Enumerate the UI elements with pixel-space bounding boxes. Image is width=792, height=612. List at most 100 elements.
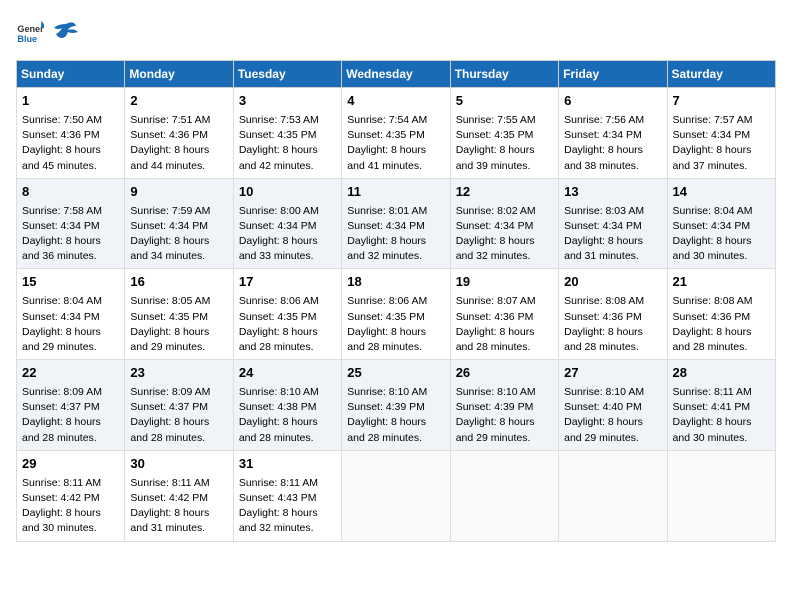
sunrise-text: Sunrise: 8:00 AM bbox=[239, 205, 319, 217]
sunrise-text: Sunrise: 7:51 AM bbox=[130, 114, 210, 126]
daylight-text: Daylight: 8 hours and 30 minutes. bbox=[22, 507, 101, 534]
day-number: 25 bbox=[347, 364, 444, 383]
sunrise-text: Sunrise: 7:54 AM bbox=[347, 114, 427, 126]
weekday-header-thursday: Thursday bbox=[450, 61, 558, 88]
day-number: 17 bbox=[239, 273, 336, 292]
day-number: 29 bbox=[22, 455, 119, 474]
day-number: 10 bbox=[239, 183, 336, 202]
calendar-cell: 1Sunrise: 7:50 AMSunset: 4:36 PMDaylight… bbox=[17, 88, 125, 179]
sunset-text: Sunset: 4:36 PM bbox=[673, 311, 751, 323]
sunset-text: Sunset: 4:34 PM bbox=[456, 220, 534, 232]
sunset-text: Sunset: 4:35 PM bbox=[130, 311, 208, 323]
calendar-cell: 21Sunrise: 8:08 AMSunset: 4:36 PMDayligh… bbox=[667, 269, 775, 360]
sunset-text: Sunset: 4:37 PM bbox=[22, 401, 100, 413]
day-number: 8 bbox=[22, 183, 119, 202]
sunset-text: Sunset: 4:34 PM bbox=[564, 220, 642, 232]
sunrise-text: Sunrise: 7:59 AM bbox=[130, 205, 210, 217]
calendar-cell: 10Sunrise: 8:00 AMSunset: 4:34 PMDayligh… bbox=[233, 178, 341, 269]
sunset-text: Sunset: 4:34 PM bbox=[22, 311, 100, 323]
daylight-text: Daylight: 8 hours and 29 minutes. bbox=[564, 416, 643, 443]
sunset-text: Sunset: 4:36 PM bbox=[456, 311, 534, 323]
calendar-cell: 27 Sunrise: 8:10 AM Sunset: 4:40 PM Dayligh… bbox=[559, 360, 667, 451]
day-number: 19 bbox=[456, 273, 553, 292]
day-number: 20 bbox=[564, 273, 661, 292]
daylight-text: Daylight: 8 hours and 33 minutes. bbox=[239, 235, 318, 262]
sunset-text: Sunset: 4:36 PM bbox=[22, 129, 100, 141]
calendar-cell: 20Sunrise: 8:08 AMSunset: 4:36 PMDayligh… bbox=[559, 269, 667, 360]
sunrise-text: Sunrise: 8:05 AM bbox=[130, 295, 210, 307]
sunrise-text: Sunrise: 8:01 AM bbox=[347, 205, 427, 217]
sunset-text: Sunset: 4:40 PM bbox=[564, 401, 642, 413]
day-number: 21 bbox=[673, 273, 770, 292]
sunrise-text: Sunrise: 8:04 AM bbox=[673, 205, 753, 217]
daylight-text: Daylight: 8 hours and 28 minutes. bbox=[239, 416, 318, 443]
calendar-cell: 15Sunrise: 8:04 AMSunset: 4:34 PMDayligh… bbox=[17, 269, 125, 360]
daylight-text: Daylight: 8 hours and 28 minutes. bbox=[22, 416, 101, 443]
daylight-text: Daylight: 8 hours and 44 minutes. bbox=[130, 144, 209, 171]
daylight-text: Daylight: 8 hours and 36 minutes. bbox=[22, 235, 101, 262]
logo: General Blue bbox=[16, 16, 82, 48]
daylight-text: Daylight: 8 hours and 28 minutes. bbox=[456, 326, 535, 353]
daylight-text: Daylight: 8 hours and 32 minutes. bbox=[456, 235, 535, 262]
calendar-cell: 28Sunrise: 8:11 AMSunset: 4:41 PMDayligh… bbox=[667, 360, 775, 451]
sunset-text: Sunset: 4:34 PM bbox=[564, 129, 642, 141]
day-number: 23 bbox=[130, 364, 227, 383]
sunset-text: Sunset: 4:34 PM bbox=[347, 220, 425, 232]
sunrise-text: Sunrise: 8:10 AM bbox=[564, 386, 644, 398]
weekday-header-row: SundayMondayTuesdayWednesdayThursdayFrid… bbox=[17, 61, 776, 88]
day-number: 7 bbox=[673, 92, 770, 111]
calendar-cell: 13Sunrise: 8:03 AMSunset: 4:34 PMDayligh… bbox=[559, 178, 667, 269]
calendar-cell: 14Sunrise: 8:04 AMSunset: 4:34 PMDayligh… bbox=[667, 178, 775, 269]
sunrise-text: Sunrise: 7:50 AM bbox=[22, 114, 102, 126]
day-number: 14 bbox=[673, 183, 770, 202]
sunrise-text: Sunrise: 7:56 AM bbox=[564, 114, 644, 126]
sunrise-text: Sunrise: 7:55 AM bbox=[456, 114, 536, 126]
calendar-week-row: 8Sunrise: 7:58 AMSunset: 4:34 PMDaylight… bbox=[17, 178, 776, 269]
daylight-text: Daylight: 8 hours and 29 minutes. bbox=[456, 416, 535, 443]
page-header: General Blue bbox=[16, 16, 776, 48]
calendar-cell: 25Sunrise: 8:10 AMSunset: 4:39 PMDayligh… bbox=[342, 360, 450, 451]
calendar-cell: 31Sunrise: 8:11 AMSunset: 4:43 PMDayligh… bbox=[233, 450, 341, 541]
calendar-cell: 11Sunrise: 8:01 AMSunset: 4:34 PMDayligh… bbox=[342, 178, 450, 269]
day-number: 9 bbox=[130, 183, 227, 202]
sunrise-text: Sunrise: 7:53 AM bbox=[239, 114, 319, 126]
sunrise-text: Sunrise: 8:08 AM bbox=[564, 295, 644, 307]
day-number: 30 bbox=[130, 455, 227, 474]
sunset-text: Sunset: 4:36 PM bbox=[564, 311, 642, 323]
weekday-header-saturday: Saturday bbox=[667, 61, 775, 88]
sunrise-text: Sunrise: 8:11 AM bbox=[22, 477, 101, 489]
svg-text:Blue: Blue bbox=[17, 34, 37, 44]
daylight-text: Daylight: 8 hours and 38 minutes. bbox=[564, 144, 643, 171]
sunset-text: Sunset: 4:35 PM bbox=[347, 129, 425, 141]
daylight-text: Daylight: 8 hours and 30 minutes. bbox=[673, 416, 752, 443]
daylight-text: Daylight: 8 hours and 29 minutes. bbox=[130, 326, 209, 353]
sunset-text: Sunset: 4:41 PM bbox=[673, 401, 751, 413]
daylight-text: Daylight: 8 hours and 32 minutes. bbox=[347, 235, 426, 262]
calendar-cell: 17Sunrise: 8:06 AMSunset: 4:35 PMDayligh… bbox=[233, 269, 341, 360]
sunrise-text: Sunrise: 8:10 AM bbox=[239, 386, 319, 398]
sunrise-text: Sunrise: 8:11 AM bbox=[239, 477, 318, 489]
daylight-text: Daylight: 8 hours and 39 minutes. bbox=[456, 144, 535, 171]
calendar-cell: 29Sunrise: 8:11 AMSunset: 4:42 PMDayligh… bbox=[17, 450, 125, 541]
day-number: 2 bbox=[130, 92, 227, 111]
daylight-text: Daylight: 8 hours and 34 minutes. bbox=[130, 235, 209, 262]
day-number: 27 bbox=[564, 364, 661, 383]
weekday-header-tuesday: Tuesday bbox=[233, 61, 341, 88]
daylight-text: Daylight: 8 hours and 28 minutes. bbox=[130, 416, 209, 443]
sunrise-text: Sunrise: 8:10 AM bbox=[347, 386, 427, 398]
day-number: 13 bbox=[564, 183, 661, 202]
day-number: 12 bbox=[456, 183, 553, 202]
sunrise-text: Sunrise: 8:10 AM bbox=[456, 386, 536, 398]
daylight-text: Daylight: 8 hours and 42 minutes. bbox=[239, 144, 318, 171]
calendar-cell bbox=[450, 450, 558, 541]
daylight-text: Daylight: 8 hours and 31 minutes. bbox=[564, 235, 643, 262]
day-number: 16 bbox=[130, 273, 227, 292]
day-number: 31 bbox=[239, 455, 336, 474]
calendar-cell: 26Sunrise: 8:10 AMSunset: 4:39 PMDayligh… bbox=[450, 360, 558, 451]
sunrise-text: Sunrise: 8:11 AM bbox=[673, 386, 752, 398]
calendar-cell: 23Sunrise: 8:09 AMSunset: 4:37 PMDayligh… bbox=[125, 360, 233, 451]
sunset-text: Sunset: 4:39 PM bbox=[456, 401, 534, 413]
logo-bird-icon bbox=[48, 16, 80, 48]
day-number: 15 bbox=[22, 273, 119, 292]
calendar-cell bbox=[342, 450, 450, 541]
